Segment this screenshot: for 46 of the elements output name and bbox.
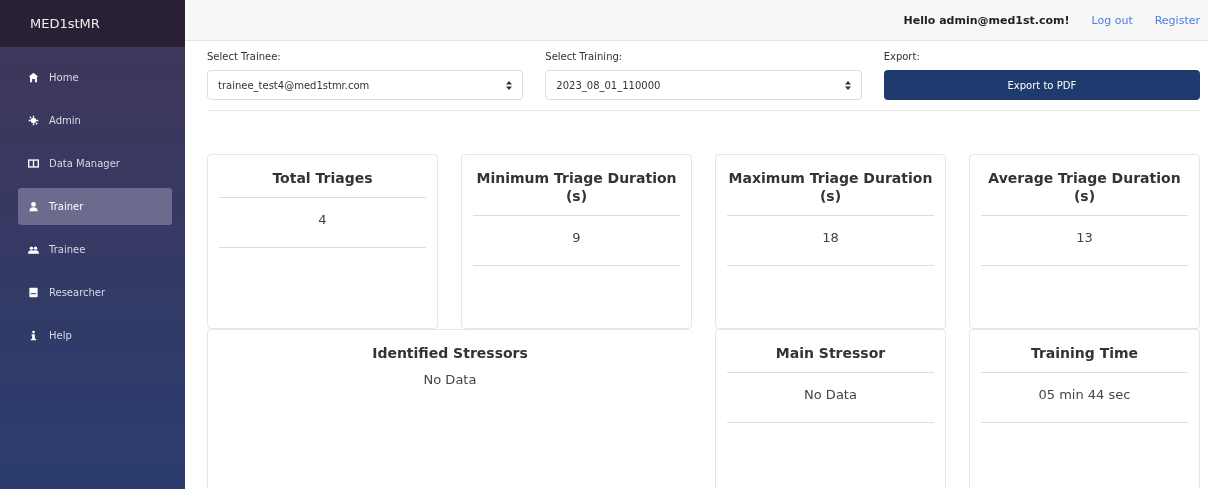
info-icon — [28, 330, 39, 341]
brand-logo[interactable]: MED1stMR — [0, 0, 185, 47]
card-title: Maximum Triage Duration (s) — [727, 169, 934, 217]
card-value: 9 — [473, 216, 680, 267]
card-value: No Data — [727, 373, 934, 424]
sidebar-item-label: Help — [49, 330, 72, 341]
sidebar-item[interactable]: Admin — [18, 102, 172, 139]
sort-caret-icon — [844, 80, 851, 90]
book-icon — [28, 287, 39, 298]
card-title: Main Stressor — [727, 344, 934, 374]
card-title: Minimum Triage Duration (s) — [473, 169, 680, 217]
greeting: Hello admin@med1st.com! — [903, 13, 1070, 27]
sidebar-item-label: Admin — [49, 115, 81, 126]
sidebar-item[interactable]: Researcher — [18, 274, 172, 311]
card-value: 05 min 44 sec — [981, 373, 1188, 424]
card-title: Identified Stressors — [371, 344, 529, 363]
select-field[interactable]: trainee_test4@med1stmr.com — [207, 70, 524, 100]
sidebar-item-label: Researcher — [49, 287, 106, 298]
sidebar-item[interactable]: Data Manager — [18, 145, 172, 182]
export-button[interactable]: Export to PDF — [883, 70, 1200, 100]
sidebar-item[interactable]: Home — [18, 59, 172, 96]
nav-link[interactable]: Register — [1154, 13, 1200, 27]
sidebar-item[interactable]: Trainee — [18, 231, 172, 268]
card-value: 18 — [727, 216, 934, 267]
sidebar-item-label: Trainer — [49, 201, 84, 212]
user-icon — [28, 201, 39, 212]
sidebar-item[interactable]: Help — [18, 317, 172, 354]
sidebar-item-label: Data Manager — [49, 158, 120, 169]
sidebar-item-label: Trainee — [49, 244, 86, 255]
card-value: 13 — [981, 216, 1188, 267]
card-value: No Data — [422, 372, 478, 390]
sidebar-item[interactable]: Trainer — [18, 188, 172, 225]
field-label: Export: — [883, 51, 921, 62]
field-label: Select Trainee: — [207, 51, 282, 62]
sidebar-item-label: Home — [49, 72, 79, 83]
home-icon — [28, 72, 39, 83]
nav-link[interactable]: Log out — [1091, 13, 1133, 27]
users-icon — [28, 244, 39, 255]
select-field[interactable]: 2023_08_01_110000 — [545, 70, 862, 100]
card-title: Total Triages — [219, 169, 426, 199]
card-title: Average Triage Duration (s) — [981, 169, 1188, 217]
card-title: Training Time — [981, 344, 1188, 374]
card-value: 4 — [219, 198, 426, 249]
columns-icon — [28, 158, 39, 169]
sort-caret-icon — [506, 80, 513, 90]
field-label: Select Training: — [545, 51, 624, 62]
